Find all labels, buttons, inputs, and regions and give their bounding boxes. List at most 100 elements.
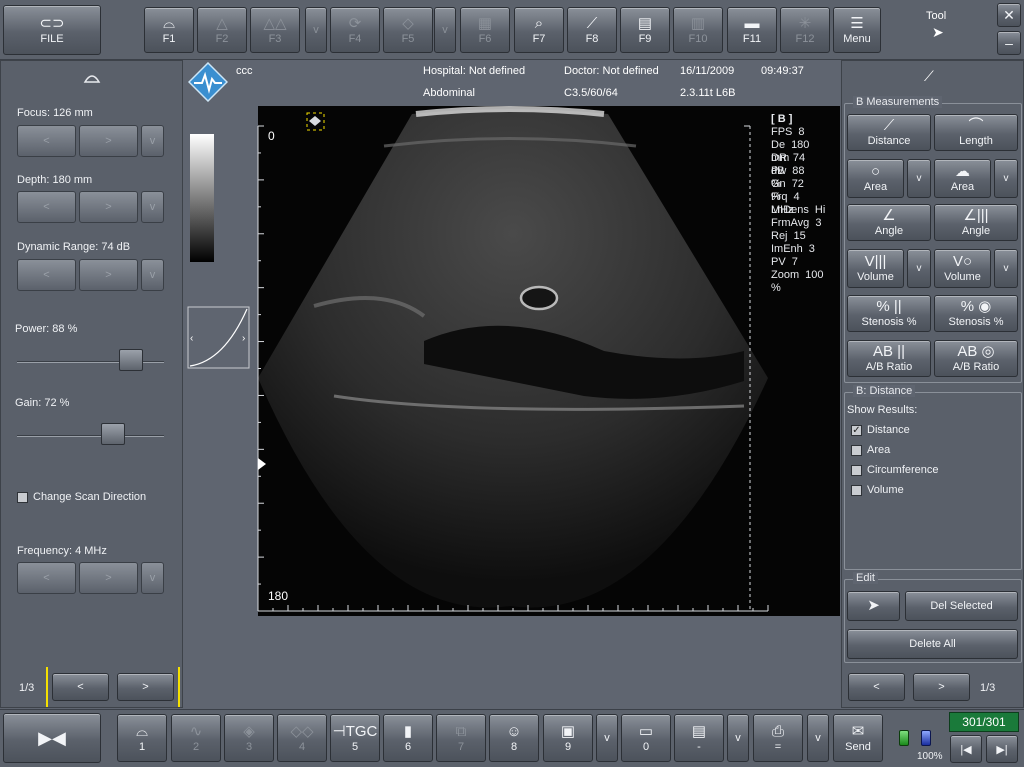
- param-value: 15: [793, 230, 806, 242]
- distance-icon: ⟋: [883, 117, 895, 134]
- bottom-key-9[interactable]: ▣ 9: [543, 714, 593, 762]
- focus-more-button[interactable]: v: [141, 125, 164, 157]
- frequency-more-button[interactable]: v: [141, 562, 164, 594]
- result-checkbox-distance[interactable]: ✓ Distance: [851, 424, 910, 436]
- function-key-f7[interactable]: ⌕ F7: [514, 7, 564, 53]
- function-key-f8[interactable]: ⟋ F8: [567, 7, 617, 53]
- right-next-button[interactable]: >: [913, 673, 970, 701]
- change-scan-direction-checkbox[interactable]: Change Scan Direction: [17, 491, 146, 503]
- result-checkbox-area[interactable]: Area: [851, 444, 890, 456]
- bottom-key-5[interactable]: ⊣TGC 5: [330, 714, 380, 762]
- function-key-f12[interactable]: ✳ F12: [780, 7, 830, 53]
- left-next-button[interactable]: >: [117, 673, 174, 701]
- select-pointer-button[interactable]: ➤: [847, 591, 900, 621]
- left-page-marker: [178, 667, 180, 707]
- bottom-key-0[interactable]: ▭ 0: [621, 714, 671, 762]
- gamma-left-arrow[interactable]: ‹: [190, 333, 193, 344]
- checkbox-box[interactable]: [851, 484, 862, 496]
- frequency-decrease-button[interactable]: <: [17, 562, 76, 594]
- function-key-f11[interactable]: ▬ F11: [727, 7, 777, 53]
- gain-slider-thumb[interactable]: [101, 423, 125, 445]
- length-button[interactable]: ⌒ Length: [934, 114, 1018, 151]
- depth-decrease-button[interactable]: <: [17, 191, 76, 223]
- area-ellipse-more-button[interactable]: v: [907, 159, 931, 198]
- close-button[interactable]: ✕: [997, 3, 1021, 27]
- gain-slider[interactable]: [17, 435, 164, 437]
- dynamic-range-decrease-button[interactable]: <: [17, 259, 76, 291]
- file-button[interactable]: ⊂⊃ FILE: [3, 5, 101, 55]
- distance-button[interactable]: ⟋ Distance: [847, 114, 931, 151]
- ab-area-icon: AB ◎: [957, 343, 995, 360]
- bottom-key-more-12[interactable]: v: [727, 714, 749, 762]
- angle-button-2[interactable]: ∠||| Angle: [934, 204, 1018, 241]
- bottom-key-more-14[interactable]: v: [807, 714, 829, 762]
- area-ellipse-button[interactable]: ○ Area: [847, 159, 904, 198]
- minimize-button[interactable]: –: [997, 31, 1021, 55]
- function-key-f6[interactable]: ▦ F6: [460, 7, 510, 53]
- stenosis-button-1[interactable]: % || Stenosis %: [847, 295, 931, 332]
- function-key-f10[interactable]: ▥ F10: [673, 7, 723, 53]
- angle-button-1[interactable]: ∠ Angle: [847, 204, 931, 241]
- volume-button-2[interactable]: V○ Volume: [934, 249, 991, 288]
- param-value: 3: [815, 217, 822, 229]
- delete-selected-button[interactable]: Del Selected: [905, 591, 1018, 621]
- first-frame-button[interactable]: |◀: [950, 735, 982, 763]
- focus-decrease-button[interactable]: <: [17, 125, 76, 157]
- bottom-key-minus[interactable]: ▤ -: [674, 714, 724, 762]
- area-trace-more-button[interactable]: v: [994, 159, 1018, 198]
- ab-ratio-button-1[interactable]: AB || A/B Ratio: [847, 340, 931, 377]
- result-checkbox-circumference[interactable]: Circumference: [851, 464, 939, 476]
- result-checkbox-volume[interactable]: Volume: [851, 484, 904, 496]
- delete-all-button[interactable]: Delete All: [847, 629, 1018, 659]
- right-prev-button[interactable]: <: [848, 673, 905, 701]
- function-key-f4[interactable]: ⟳ F4: [330, 7, 380, 53]
- param-key: LnDens: [771, 204, 809, 216]
- function-key-f3[interactable]: △△ F3: [250, 7, 300, 53]
- function-key-menu[interactable]: ☰ Menu: [833, 7, 881, 53]
- gamma-curve-box[interactable]: [187, 306, 250, 369]
- bottom-key-3[interactable]: ◈ 3: [224, 714, 274, 762]
- stack-icon: ⧉: [455, 722, 467, 740]
- function-key-f9[interactable]: ▤ F9: [620, 7, 670, 53]
- depth-increase-button[interactable]: >: [79, 191, 138, 223]
- bottom-key-7[interactable]: ⧉ 7: [436, 714, 486, 762]
- power-slider-thumb[interactable]: [119, 349, 143, 371]
- ultrasound-viewport[interactable]: ‹ › 0 180 [ B ] FPS 8 De 180 mm DR 74 dB Pw 88 …: [184, 106, 840, 708]
- left-prev-button[interactable]: <: [52, 673, 109, 701]
- stenosis-area-icon: % ◉: [960, 298, 992, 315]
- checkbox-box[interactable]: [851, 444, 862, 456]
- bottom-key-8[interactable]: ☺ 8: [489, 714, 539, 762]
- bottom-key-send[interactable]: ✉ Send: [833, 714, 883, 762]
- function-key-more-6[interactable]: v: [434, 7, 456, 53]
- function-key-f2[interactable]: △ F2: [197, 7, 247, 53]
- grayscale-bar: [190, 134, 214, 262]
- dynamic-range-increase-button[interactable]: >: [79, 259, 138, 291]
- ab-ratio-button-2[interactable]: AB ◎ A/B Ratio: [934, 340, 1018, 377]
- stenosis-button-2[interactable]: % ◉ Stenosis %: [934, 295, 1018, 332]
- param-value: 7: [791, 256, 798, 268]
- function-key-more-3[interactable]: v: [305, 7, 327, 53]
- param-key: PV: [771, 256, 786, 268]
- volume-button-1[interactable]: V||| Volume: [847, 249, 904, 288]
- focus-increase-button[interactable]: >: [79, 125, 138, 157]
- checkbox-box[interactable]: [17, 491, 28, 503]
- volume-2-more-button[interactable]: v: [994, 249, 1018, 288]
- dynamic-range-more-button[interactable]: v: [141, 259, 164, 291]
- gamma-right-arrow[interactable]: ›: [242, 333, 245, 344]
- bottom-key-equals[interactable]: ⎙ =: [753, 714, 803, 762]
- volume-1-more-button[interactable]: v: [907, 249, 931, 288]
- area-trace-button[interactable]: ☁ Area: [934, 159, 991, 198]
- depth-more-button[interactable]: v: [141, 191, 164, 223]
- checkbox-box[interactable]: ✓: [851, 424, 862, 436]
- last-frame-button[interactable]: ▶|: [986, 735, 1018, 763]
- function-key-f5[interactable]: ◇ F5: [383, 7, 433, 53]
- frequency-increase-button[interactable]: >: [79, 562, 138, 594]
- checkbox-box[interactable]: [851, 464, 862, 476]
- bottom-key-4[interactable]: ◇◇ 4: [277, 714, 327, 762]
- bottom-key-1[interactable]: ⌓ 1: [117, 714, 167, 762]
- bottom-key-2[interactable]: ∿ 2: [171, 714, 221, 762]
- bottom-key-6[interactable]: ▮ 6: [383, 714, 433, 762]
- freeze-button[interactable]: ▶◀: [3, 713, 101, 763]
- bottom-key-more-9[interactable]: v: [596, 714, 618, 762]
- function-key-f1[interactable]: ⌓ F1: [144, 7, 194, 53]
